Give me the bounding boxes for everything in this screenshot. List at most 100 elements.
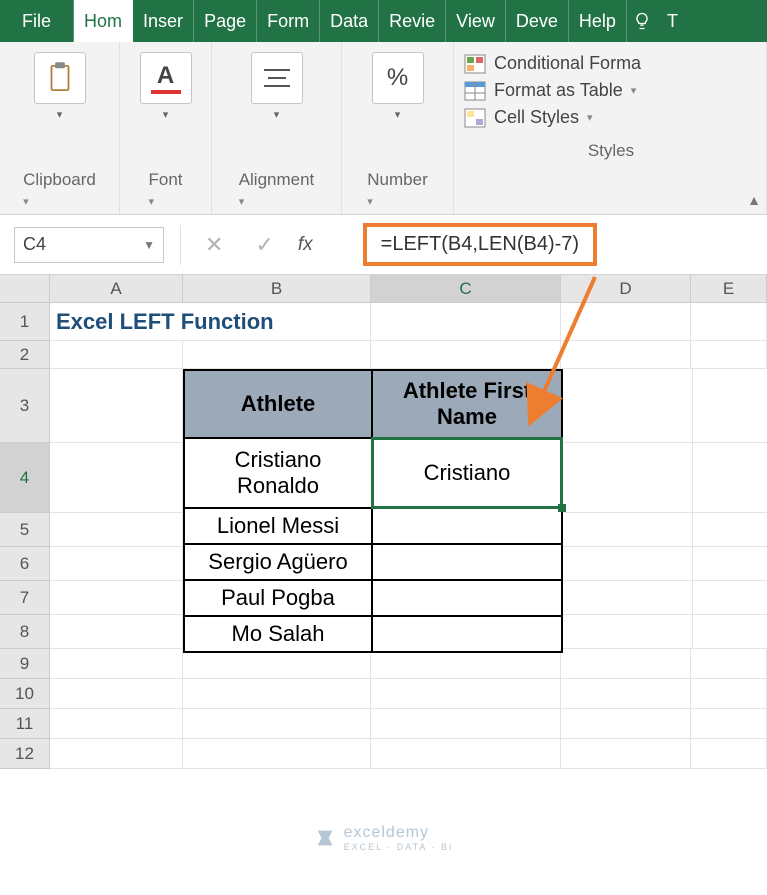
cell[interactable]: [183, 709, 371, 739]
cell[interactable]: [371, 679, 561, 709]
col-header-D[interactable]: D: [561, 275, 691, 303]
font-button[interactable]: A ▾: [140, 52, 192, 121]
tab-file[interactable]: File: [0, 0, 74, 42]
cell-firstname[interactable]: [372, 580, 562, 616]
cancel-formula-icon[interactable]: ✕: [197, 232, 231, 258]
cell[interactable]: [693, 513, 767, 547]
cell[interactable]: [693, 547, 767, 581]
cell[interactable]: [50, 615, 183, 649]
cell[interactable]: [183, 679, 371, 709]
cell[interactable]: [693, 581, 767, 615]
cell[interactable]: [691, 739, 767, 769]
cell[interactable]: [183, 649, 371, 679]
cell-athlete[interactable]: Mo Salah: [184, 616, 372, 652]
cell-firstname[interactable]: Cristiano: [372, 438, 562, 508]
cell[interactable]: [50, 547, 183, 581]
tab-data[interactable]: Data: [320, 0, 379, 42]
sheet-title[interactable]: Excel LEFT Function: [50, 303, 371, 341]
number-button[interactable]: % ▾: [372, 52, 424, 121]
paste-button[interactable]: ▾: [34, 52, 86, 121]
cell[interactable]: [371, 303, 561, 341]
cell[interactable]: [50, 679, 183, 709]
cell[interactable]: [691, 341, 767, 369]
cell[interactable]: [693, 443, 767, 513]
row-header-8[interactable]: 8: [0, 615, 50, 649]
cell[interactable]: [561, 739, 691, 769]
cell-athlete[interactable]: Cristiano Ronaldo: [184, 438, 372, 508]
table-header-athlete[interactable]: Athlete: [184, 370, 372, 438]
format-as-table-button[interactable]: Format as Table▾: [464, 77, 636, 104]
cell[interactable]: [563, 513, 693, 547]
cell[interactable]: [561, 341, 691, 369]
cell-styles-button[interactable]: Cell Styles▾: [464, 104, 593, 131]
row-header-4[interactable]: 4: [0, 443, 50, 513]
collapse-ribbon-icon[interactable]: ▲: [747, 192, 761, 208]
cell[interactable]: [561, 303, 691, 341]
tab-help[interactable]: Help: [569, 0, 627, 42]
cell[interactable]: [561, 709, 691, 739]
alignment-button[interactable]: ▾: [251, 52, 303, 121]
tab-page-layout[interactable]: Page: [194, 0, 257, 42]
cell[interactable]: [693, 369, 767, 443]
row-header-9[interactable]: 9: [0, 649, 50, 679]
cell[interactable]: [561, 679, 691, 709]
cell[interactable]: [693, 615, 767, 649]
cell-athlete[interactable]: Paul Pogba: [184, 580, 372, 616]
tab-insert[interactable]: Inser: [133, 0, 194, 42]
cell[interactable]: [563, 615, 693, 649]
cell-athlete[interactable]: Sergio Agüero: [184, 544, 372, 580]
cell[interactable]: [563, 581, 693, 615]
cell[interactable]: [371, 709, 561, 739]
tab-view[interactable]: View: [446, 0, 506, 42]
col-header-E[interactable]: E: [691, 275, 767, 303]
cell[interactable]: [50, 709, 183, 739]
cell[interactable]: [183, 341, 371, 369]
cell-firstname[interactable]: [372, 508, 562, 544]
cell-firstname[interactable]: [372, 544, 562, 580]
cell[interactable]: [50, 513, 183, 547]
cell[interactable]: [50, 581, 183, 615]
cell[interactable]: [50, 443, 183, 513]
select-all-corner[interactable]: [0, 275, 50, 303]
fill-handle[interactable]: [558, 504, 566, 512]
conditional-formatting-button[interactable]: Conditional Forma: [464, 50, 641, 77]
name-box[interactable]: C4 ▼: [14, 227, 164, 263]
col-header-C[interactable]: C: [371, 275, 561, 303]
cell[interactable]: [561, 649, 691, 679]
cell[interactable]: [563, 547, 693, 581]
cell[interactable]: [183, 739, 371, 769]
cell[interactable]: [50, 649, 183, 679]
row-header-10[interactable]: 10: [0, 679, 50, 709]
col-header-B[interactable]: B: [183, 275, 371, 303]
cell[interactable]: [563, 369, 693, 443]
cell[interactable]: [50, 341, 183, 369]
fx-icon[interactable]: fx: [298, 234, 313, 256]
row-header-1[interactable]: 1: [0, 303, 50, 341]
tab-review[interactable]: Revie: [379, 0, 446, 42]
row-header-6[interactable]: 6: [0, 547, 50, 581]
cell[interactable]: [50, 369, 183, 443]
cell[interactable]: [50, 739, 183, 769]
tell-me-icon[interactable]: [627, 0, 657, 42]
cell[interactable]: [371, 739, 561, 769]
cell-athlete[interactable]: Lionel Messi: [184, 508, 372, 544]
cell[interactable]: [371, 649, 561, 679]
row-header-5[interactable]: 5: [0, 513, 50, 547]
table-header-firstname[interactable]: Athlete First Name: [372, 370, 562, 438]
cell[interactable]: [371, 341, 561, 369]
row-header-3[interactable]: 3: [0, 369, 50, 443]
cell[interactable]: [691, 709, 767, 739]
cell-firstname[interactable]: [372, 616, 562, 652]
tab-developer[interactable]: Deve: [506, 0, 569, 42]
row-header-7[interactable]: 7: [0, 581, 50, 615]
row-header-11[interactable]: 11: [0, 709, 50, 739]
cell[interactable]: [691, 303, 767, 341]
cell[interactable]: [691, 649, 767, 679]
row-header-12[interactable]: 12: [0, 739, 50, 769]
tab-formulas[interactable]: Form: [257, 0, 320, 42]
accept-formula-icon[interactable]: ✓: [247, 232, 281, 258]
col-header-A[interactable]: A: [50, 275, 183, 303]
cell[interactable]: [563, 443, 693, 513]
tab-home[interactable]: Hom: [74, 0, 133, 42]
formula-input[interactable]: =LEFT(B4,LEN(B4)-7): [363, 223, 597, 266]
